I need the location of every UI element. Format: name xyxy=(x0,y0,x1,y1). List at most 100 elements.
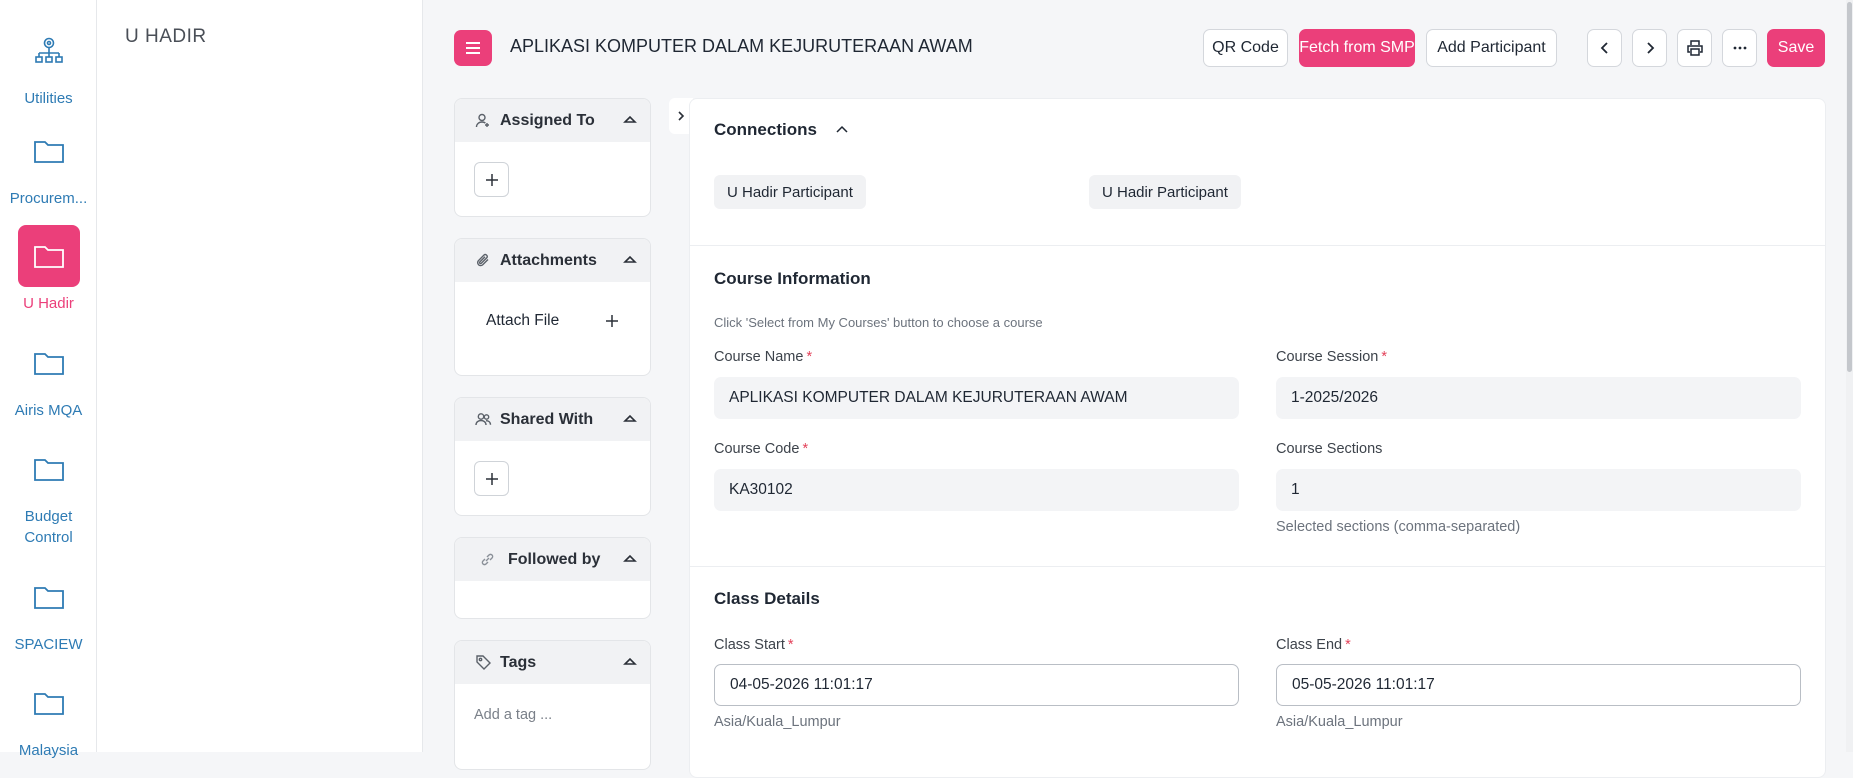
connections-title: Connections xyxy=(714,120,817,139)
class-details-title: Class Details xyxy=(714,589,820,608)
attach-file-label[interactable]: Attach File xyxy=(486,312,559,330)
followed-by-header[interactable]: Followed by xyxy=(455,538,650,581)
assigned-to-label: Assigned To xyxy=(500,111,595,129)
attachments-card: Attachments Attach File xyxy=(454,238,651,376)
printer-icon xyxy=(1686,40,1703,56)
tags-label: Tags xyxy=(500,653,537,671)
rail-item-utilities[interactable]: Utilities xyxy=(0,20,97,110)
class-start-timezone: Asia/Kuala_Lumpur xyxy=(714,714,841,730)
sidebar-toggle-button[interactable] xyxy=(454,30,492,66)
paperclip-icon xyxy=(477,253,489,267)
folder-icon xyxy=(17,225,80,287)
shared-with-card: Shared With xyxy=(454,397,651,516)
previous-button[interactable] xyxy=(1587,29,1622,67)
add-assignee-button[interactable] xyxy=(474,162,509,197)
rail-label: Procurem... xyxy=(9,190,88,207)
folder-icon xyxy=(18,332,80,394)
course-information-title: Course Information xyxy=(714,269,871,288)
tag-icon xyxy=(476,655,491,670)
ellipsis-icon xyxy=(1733,46,1746,50)
course-name-label-text: Course Name xyxy=(714,349,804,365)
network-icon xyxy=(18,20,80,82)
chevron-up-icon xyxy=(836,125,848,133)
link-icon xyxy=(481,553,494,566)
shared-with-label: Shared With xyxy=(500,410,594,428)
chevron-right-icon xyxy=(1646,42,1654,54)
fetch-from-smp-button[interactable]: Fetch from SMP xyxy=(1299,29,1415,67)
course-session-field[interactable]: 1-2025/2026 xyxy=(1276,377,1801,419)
required-marker: * xyxy=(787,637,794,653)
collapse-caret-icon xyxy=(623,657,637,665)
rail-item-u-hadir[interactable]: U Hadir xyxy=(0,225,97,315)
required-marker: * xyxy=(1345,637,1351,653)
followed-by-label: Followed by xyxy=(508,550,601,568)
rail-label-line: Control xyxy=(24,529,73,546)
chevron-left-icon xyxy=(1600,42,1608,54)
followed-by-card: Followed by xyxy=(454,537,651,619)
course-hint: Click 'Select from My Courses' button to… xyxy=(714,315,1043,330)
course-code-label: Course Code * xyxy=(714,441,808,457)
rail-label: Airis MQA xyxy=(14,402,83,419)
course-code-label-text: Course Code xyxy=(714,441,800,457)
scrollbar-thumb[interactable] xyxy=(1847,2,1852,372)
folder-icon xyxy=(18,672,80,734)
plus-icon xyxy=(485,472,498,485)
class-end-label-text: Class End xyxy=(1276,637,1343,653)
folder-icon xyxy=(18,566,80,628)
qr-code-button[interactable]: QR Code xyxy=(1203,29,1288,67)
course-code-field[interactable]: KA30102 xyxy=(714,469,1239,511)
course-sections-field[interactable]: 1 xyxy=(1276,469,1801,511)
attachments-label: Attachments xyxy=(500,251,597,269)
connection-chip[interactable]: U Hadir Participant xyxy=(714,175,866,209)
collapse-caret-icon xyxy=(623,115,637,123)
page-scrollbar[interactable] xyxy=(1846,0,1853,752)
collapse-caret-icon xyxy=(623,414,637,422)
rail-label: SPACIEW xyxy=(14,636,83,653)
rail-item-spaciew[interactable]: SPACIEW xyxy=(0,566,97,656)
add-tag-input[interactable]: Add a tag ... xyxy=(474,707,552,723)
course-sections-help: Selected sections (comma-separated) xyxy=(1276,519,1521,535)
course-sections-label: Course Sections xyxy=(1276,441,1383,457)
tags-header[interactable]: Tags xyxy=(455,641,650,684)
users-icon xyxy=(475,413,492,426)
rail-item-procurement[interactable]: Procurem... xyxy=(0,120,97,210)
page-title: APLIKASI KOMPUTER DALAM KEJURUTERAAN AWA… xyxy=(510,36,973,56)
section-divider xyxy=(690,245,1825,246)
add-share-button[interactable] xyxy=(474,461,509,496)
rail-label-line: Budget xyxy=(24,508,73,525)
page-header: APLIKASI KOMPUTER DALAM KEJURUTERAAN AWA… xyxy=(423,0,1853,96)
rail-item-malaysia[interactable]: Malaysia xyxy=(0,672,97,762)
form-panel: Connections U Hadir Participant U Hadir … xyxy=(689,98,1826,778)
attachments-header[interactable]: Attachments xyxy=(455,239,650,282)
course-session-label-text: Course Session xyxy=(1276,349,1379,365)
folder-icon xyxy=(18,438,80,500)
add-participant-button[interactable]: Add Participant xyxy=(1426,29,1557,67)
course-name-label: Course Name * xyxy=(714,349,812,365)
course-name-field[interactable]: APLIKASI KOMPUTER DALAM KEJURUTERAAN AWA… xyxy=(714,377,1239,419)
chevron-right-icon xyxy=(678,111,685,121)
rail-item-airis-mqa[interactable]: Airis MQA xyxy=(0,332,97,422)
class-end-field[interactable]: 05-05-2026 11:01:17 xyxy=(1276,664,1801,706)
next-button[interactable] xyxy=(1632,29,1667,67)
save-button[interactable]: Save xyxy=(1767,29,1825,67)
connection-chip[interactable]: U Hadir Participant xyxy=(1089,175,1241,209)
hamburger-icon xyxy=(466,42,480,54)
course-session-label: Course Session * xyxy=(1276,349,1387,365)
rail-label: U Hadir xyxy=(23,295,74,312)
assigned-to-header[interactable]: Assigned To xyxy=(455,99,650,142)
class-start-label-text: Class Start xyxy=(714,637,785,653)
workspace-sidebar: U HADIR xyxy=(97,0,423,752)
section-divider xyxy=(690,566,1825,567)
shared-with-header[interactable]: Shared With xyxy=(455,398,650,441)
class-start-field[interactable]: 04-05-2026 11:01:17 xyxy=(714,664,1239,706)
required-marker: * xyxy=(806,349,813,365)
rail-item-budget-control[interactable]: Budget Control xyxy=(0,438,97,548)
tags-card: Tags Add a tag ... xyxy=(454,640,651,770)
rail-label: Malaysia xyxy=(18,742,79,759)
rail-label: Budget Control xyxy=(0,506,97,548)
print-button[interactable] xyxy=(1677,29,1712,67)
folder-icon xyxy=(18,120,80,182)
more-actions-button[interactable] xyxy=(1722,29,1757,67)
attach-file-plus-icon[interactable] xyxy=(604,313,620,329)
connections-toggle[interactable]: Connections xyxy=(714,120,850,140)
